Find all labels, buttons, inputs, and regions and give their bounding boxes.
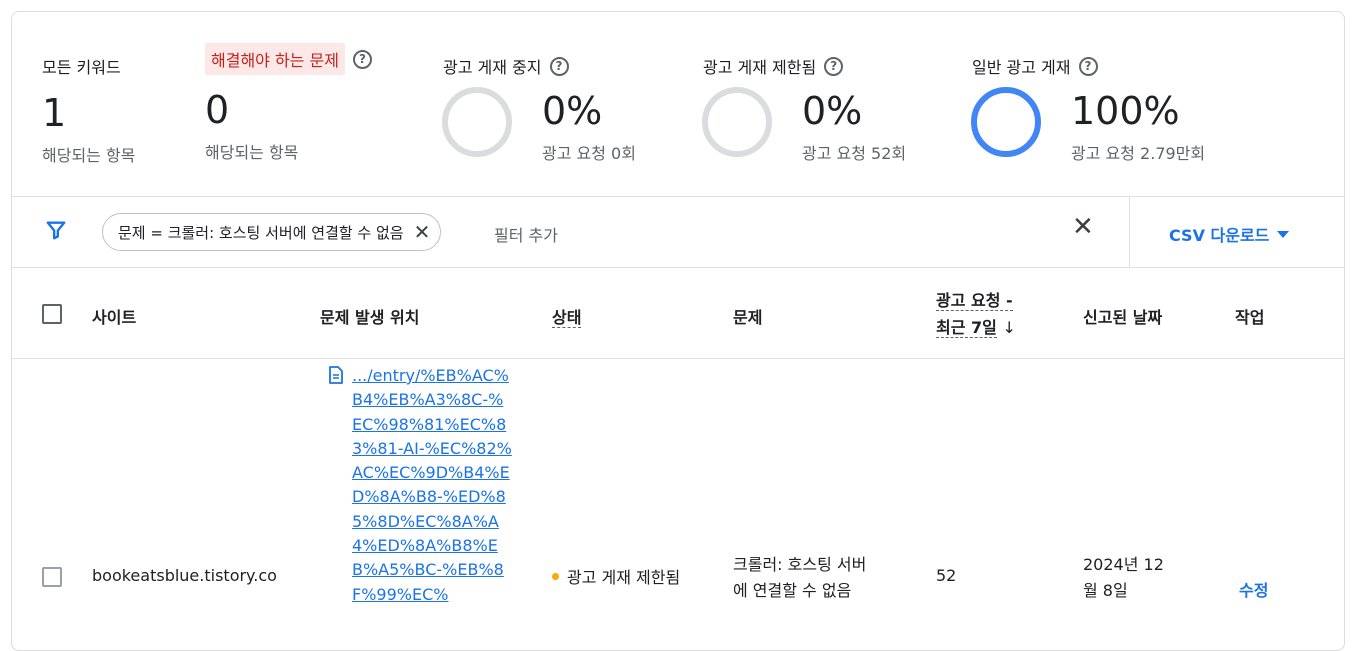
stat-ads-normal-value: 100% (1071, 89, 1180, 133)
select-all-checkbox[interactable] (42, 304, 62, 324)
row-issue-line1: 크롤러: 호스팅 서버 (733, 555, 867, 574)
stat-ads-normal-values: 100% 광고 요청 2.79만회 (1071, 92, 1205, 164)
column-location[interactable]: 문제 발생 위치 (320, 304, 419, 328)
filter-chip-label: 문제 = 크롤러: 호스팅 서버에 연결할 수 없음 (118, 223, 404, 242)
policy-center-card: 모든 키워드 1 해당되는 항목 해결해야 하는 문제 ? 0 해당되는 항목 … (11, 11, 1345, 651)
ads-limited-ring (701, 86, 773, 158)
stat-ads-stopped-label: 광고 게재 중지 (443, 58, 542, 77)
row-reported-line2: 월 8일 (1083, 581, 1128, 600)
stat-issues-sub: 해당되는 항목 (205, 143, 299, 162)
column-requests-line2: 최근 7일 (936, 318, 997, 338)
stat-ads-stopped-values: 0% 광고 요청 0회 (542, 92, 636, 164)
arrow-down-icon: ↓ (1002, 318, 1016, 337)
stat-ads-limited[interactable]: 광고 게재 제한됨? (703, 54, 844, 78)
close-icon[interactable]: ✕ (414, 222, 431, 242)
stat-ads-stopped[interactable]: 광고 게재 중지? (443, 54, 569, 78)
column-requests-line1: 광고 요청 - (936, 291, 1013, 311)
row-reported-line1: 2024년 12 (1083, 555, 1164, 574)
column-site[interactable]: 사이트 (92, 304, 136, 328)
stat-ads-limited-values: 0% 광고 요청 52회 (802, 92, 906, 164)
add-filter-input[interactable]: 필터 추가 (494, 222, 558, 246)
stat-ads-stopped-sub: 광고 요청 0회 (542, 144, 636, 163)
column-status-label: 상태 (552, 308, 582, 328)
row-status: 광고 게재 제한됨 (552, 564, 680, 588)
stat-ads-normal-label: 일반 광고 게재 (972, 58, 1071, 77)
status-dot (552, 572, 559, 580)
stat-all-keywords[interactable]: 모든 키워드 1 해당되는 항목 (42, 54, 135, 166)
ads-normal-ring (970, 86, 1042, 158)
help-icon[interactable]: ? (549, 56, 569, 76)
summary-section: 모든 키워드 1 해당되는 항목 해결해야 하는 문제 ? 0 해당되는 항목 … (12, 12, 1344, 197)
stat-ads-limited-label: 광고 게재 제한됨 (703, 58, 817, 77)
row-status-label: 광고 게재 제한됨 (567, 568, 681, 587)
column-reported[interactable]: 신고된 날짜 (1083, 304, 1162, 328)
help-icon[interactable]: ? (1078, 56, 1098, 76)
row-location-link[interactable]: .../entry/%EB%AC%B4%EB%A3%8C-%EC%98%81%E… (352, 364, 512, 607)
row-issue: 크롤러: 호스팅 서버 에 연결할 수 없음 (733, 552, 866, 604)
stat-issues-label: 해결해야 하는 문제 (205, 43, 345, 75)
column-issue[interactable]: 문제 (733, 304, 762, 328)
csv-download-label: CSV 다운로드 (1169, 226, 1270, 245)
csv-download-button[interactable]: CSV 다운로드 (1169, 222, 1290, 246)
stat-ads-normal[interactable]: 일반 광고 게재? (972, 54, 1098, 78)
edit-link[interactable]: 수정 (1239, 577, 1268, 601)
close-icon[interactable]: ✕ (1072, 214, 1094, 240)
stat-ads-limited-sub: 광고 요청 52회 (802, 144, 907, 163)
stat-ads-limited-value: 0% (802, 89, 863, 133)
row-site: bookeatsblue.tistory.co (92, 566, 277, 585)
help-icon[interactable]: ? (824, 56, 844, 76)
caret-down-icon (1277, 230, 1290, 238)
filter-chip[interactable]: 문제 = 크롤러: 호스팅 서버에 연결할 수 없음 ✕ (102, 213, 442, 251)
filter-bar: 문제 = 크롤러: 호스팅 서버에 연결할 수 없음 ✕ 필터 추가 ✕ CSV… (12, 197, 1344, 268)
table-row: bookeatsblue.tistory.co .../entry/%EB%AC… (12, 359, 1344, 650)
divider (1129, 197, 1130, 268)
stat-issues[interactable]: 해결해야 하는 문제 ? 0 해당되는 항목 (205, 43, 372, 163)
help-icon[interactable]: ? (352, 49, 372, 69)
stat-ads-normal-sub: 광고 요청 2.79만회 (1071, 144, 1206, 163)
stat-ads-stopped-value: 0% (542, 89, 603, 133)
column-action: 작업 (1235, 308, 1265, 327)
column-status[interactable]: 상태 (552, 304, 582, 328)
row-reported: 2024년 12 월 8일 (1083, 552, 1164, 604)
stat-issues-value: 0 (205, 88, 230, 132)
ads-stopped-ring (441, 86, 513, 158)
stat-all-keywords-sub: 해당되는 항목 (42, 146, 136, 165)
document-icon (328, 366, 344, 388)
table-header: 사이트 문제 발생 위치 상태 문제 광고 요청 - 최근 7일 ↓ 신고된 날… (12, 268, 1344, 359)
row-issue-line2: 에 연결할 수 없음 (733, 581, 852, 600)
stat-all-keywords-label: 모든 키워드 (42, 58, 121, 77)
row-requests: 52 (936, 566, 957, 585)
stat-all-keywords-value: 1 (42, 91, 67, 135)
filter-icon[interactable] (45, 219, 67, 245)
column-requests[interactable]: 광고 요청 - 최근 7일 ↓ (936, 287, 1016, 341)
row-checkbox[interactable] (42, 567, 62, 587)
